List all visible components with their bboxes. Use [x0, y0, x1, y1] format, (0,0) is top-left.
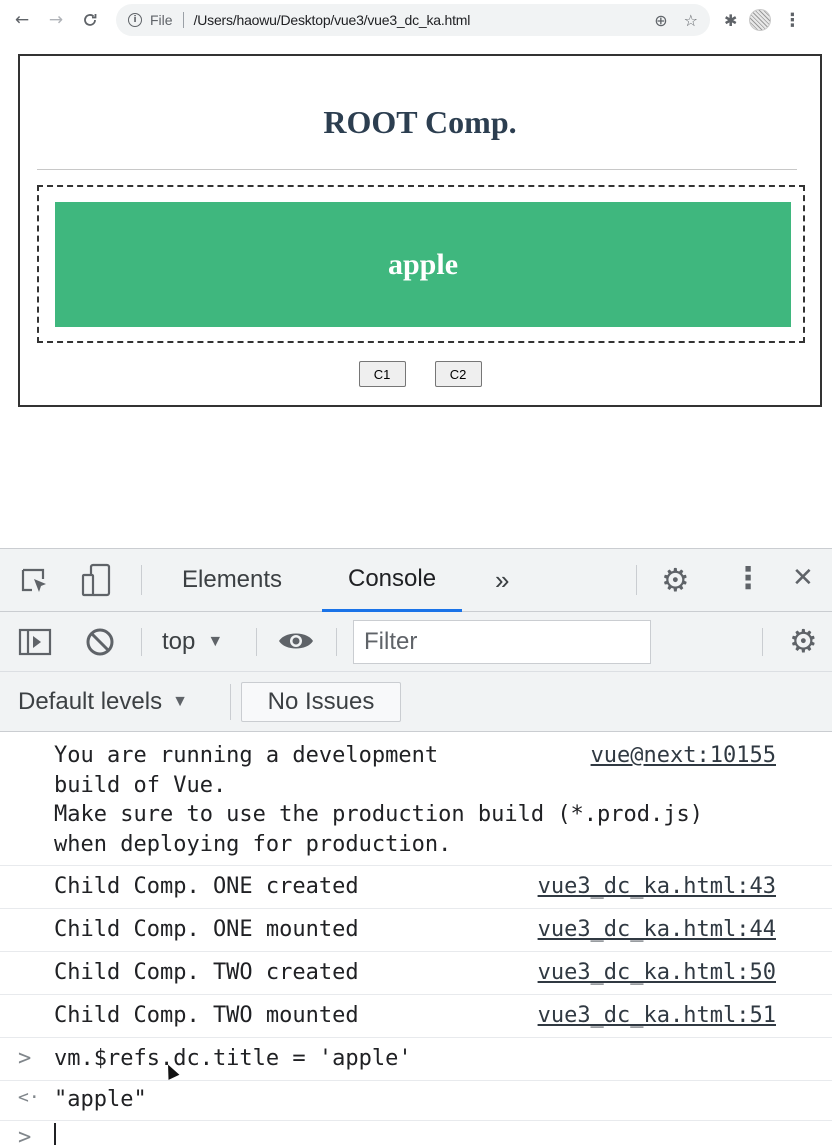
back-icon[interactable]: ←: [8, 6, 36, 34]
child-title: apple: [387, 247, 459, 281]
dynamic-component-container: apple: [37, 185, 805, 343]
root-title: ROOT Comp.: [323, 104, 517, 140]
clear-console-icon[interactable]: [84, 626, 116, 662]
console-settings-icon[interactable]: ⚙: [789, 622, 818, 660]
issues-button[interactable]: No Issues: [241, 682, 401, 722]
child-component: apple: [55, 202, 791, 327]
chevron-right-icon: >: [18, 1046, 32, 1071]
toolbar-divider: [141, 628, 142, 656]
source-link[interactable]: vue3_dc_ka.html:51: [538, 1001, 776, 1031]
browser-toolbar: ← → i File /Users/haowu/Desktop/vue3/vue…: [0, 0, 832, 40]
extension-icon[interactable]: ✱: [724, 11, 737, 30]
device-toolbar-icon[interactable]: [80, 563, 116, 603]
c2-button[interactable]: C2: [434, 361, 482, 387]
result-arrow-icon: <·: [18, 1087, 40, 1108]
profile-avatar-icon[interactable]: [749, 9, 772, 31]
message-line: You are running a development: [54, 743, 439, 768]
tab-divider: [141, 565, 142, 595]
address-bar[interactable]: i File /Users/haowu/Desktop/vue3/vue3_dc…: [116, 4, 710, 36]
log-levels-dropdown[interactable]: Default levels ▼: [18, 672, 188, 732]
context-label: top: [162, 628, 196, 655]
settings-icon[interactable]: ⚙: [661, 561, 690, 599]
message-line: Make sure to use the production build (*…: [54, 802, 704, 827]
more-tabs-icon[interactable]: »: [495, 549, 509, 611]
tab-elements[interactable]: Elements: [182, 549, 282, 611]
live-expression-eye-icon[interactable]: [277, 628, 315, 658]
context-selector[interactable]: top ▼: [162, 612, 223, 672]
console-message: You are running a development build of V…: [0, 733, 832, 866]
root-component: ROOT Comp. apple C1 C2: [18, 54, 822, 407]
command-text: vm.$refs.dc.title = 'apple': [54, 1046, 412, 1071]
chevron-down-icon: ▼: [207, 633, 224, 650]
browser-menu-icon[interactable]: ⋮: [783, 10, 801, 31]
c1-button[interactable]: C1: [358, 361, 406, 387]
console-message: Child Comp. TWO created vue3_dc_ka.html:…: [0, 952, 832, 995]
levels-toolbar: Default levels ▼ No Issues: [0, 672, 832, 732]
chevron-down-icon: ▼: [172, 693, 188, 710]
console-output: You are running a development build of V…: [0, 733, 832, 1146]
info-icon[interactable]: i: [128, 13, 142, 27]
message-line: build of Vue.: [54, 772, 227, 798]
devtools-menu-icon[interactable]: ⋮: [733, 561, 763, 596]
component-switch-buttons: C1 C2: [20, 361, 820, 387]
console-result: <· "apple": [0, 1081, 832, 1121]
console-toolbar: top ▼ Filter ⚙: [0, 612, 832, 672]
text-cursor: [54, 1123, 56, 1145]
message-text: Child Comp. ONE created: [54, 874, 359, 899]
console-prompt[interactable]: >: [0, 1121, 832, 1146]
chevron-right-icon: >: [18, 1125, 32, 1146]
divider: [37, 169, 797, 170]
reload-icon[interactable]: [76, 6, 104, 34]
source-link[interactable]: vue3_dc_ka.html:43: [538, 872, 776, 902]
inspect-element-icon[interactable]: [20, 567, 52, 601]
result-value: "apple": [54, 1087, 147, 1112]
sidebar-toggle-icon[interactable]: [18, 628, 52, 660]
toolbar-divider: [256, 628, 257, 656]
file-scheme-label: File: [150, 12, 173, 28]
tab-divider: [636, 565, 637, 595]
source-link[interactable]: vue3_dc_ka.html:44: [538, 915, 776, 945]
message-text: Child Comp. TWO created: [54, 960, 359, 985]
filter-input[interactable]: Filter: [353, 620, 651, 664]
url-text[interactable]: /Users/haowu/Desktop/vue3/vue3_dc_ka.htm…: [194, 12, 471, 28]
log-levels-label: Default levels: [18, 688, 163, 715]
message-text: Child Comp. TWO mounted: [54, 1003, 359, 1028]
tab-console[interactable]: Console: [322, 549, 463, 612]
console-message: Child Comp. TWO mounted vue3_dc_ka.html:…: [0, 995, 832, 1038]
star-icon[interactable]: ☆: [684, 11, 698, 30]
console-message: Child Comp. ONE mounted vue3_dc_ka.html:…: [0, 909, 832, 952]
devtools-tab-bar: Elements Console » ⚙ ⋮ ✕: [0, 549, 832, 612]
source-link[interactable]: vue3_dc_ka.html:50: [538, 958, 776, 988]
message-text: Child Comp. ONE mounted: [54, 917, 359, 942]
source-link[interactable]: vue@next:10155: [591, 741, 776, 771]
omnibox-divider: [182, 12, 184, 28]
console-message: Child Comp. ONE created vue3_dc_ka.html:…: [0, 866, 832, 909]
close-icon[interactable]: ✕: [792, 563, 814, 593]
console-input-echo: > vm.$refs.dc.title = 'apple': [0, 1038, 832, 1081]
toolbar-divider: [230, 684, 231, 720]
toolbar-divider: [762, 628, 763, 656]
zoom-icon[interactable]: ⊕: [654, 11, 667, 30]
toolbar-divider: [336, 628, 337, 656]
devtools-panel: Elements Console » ⚙ ⋮ ✕ top ▼ Filter ⚙ …: [0, 548, 832, 1146]
message-line: when deploying for production.: [54, 831, 452, 857]
forward-icon[interactable]: →: [42, 6, 70, 34]
